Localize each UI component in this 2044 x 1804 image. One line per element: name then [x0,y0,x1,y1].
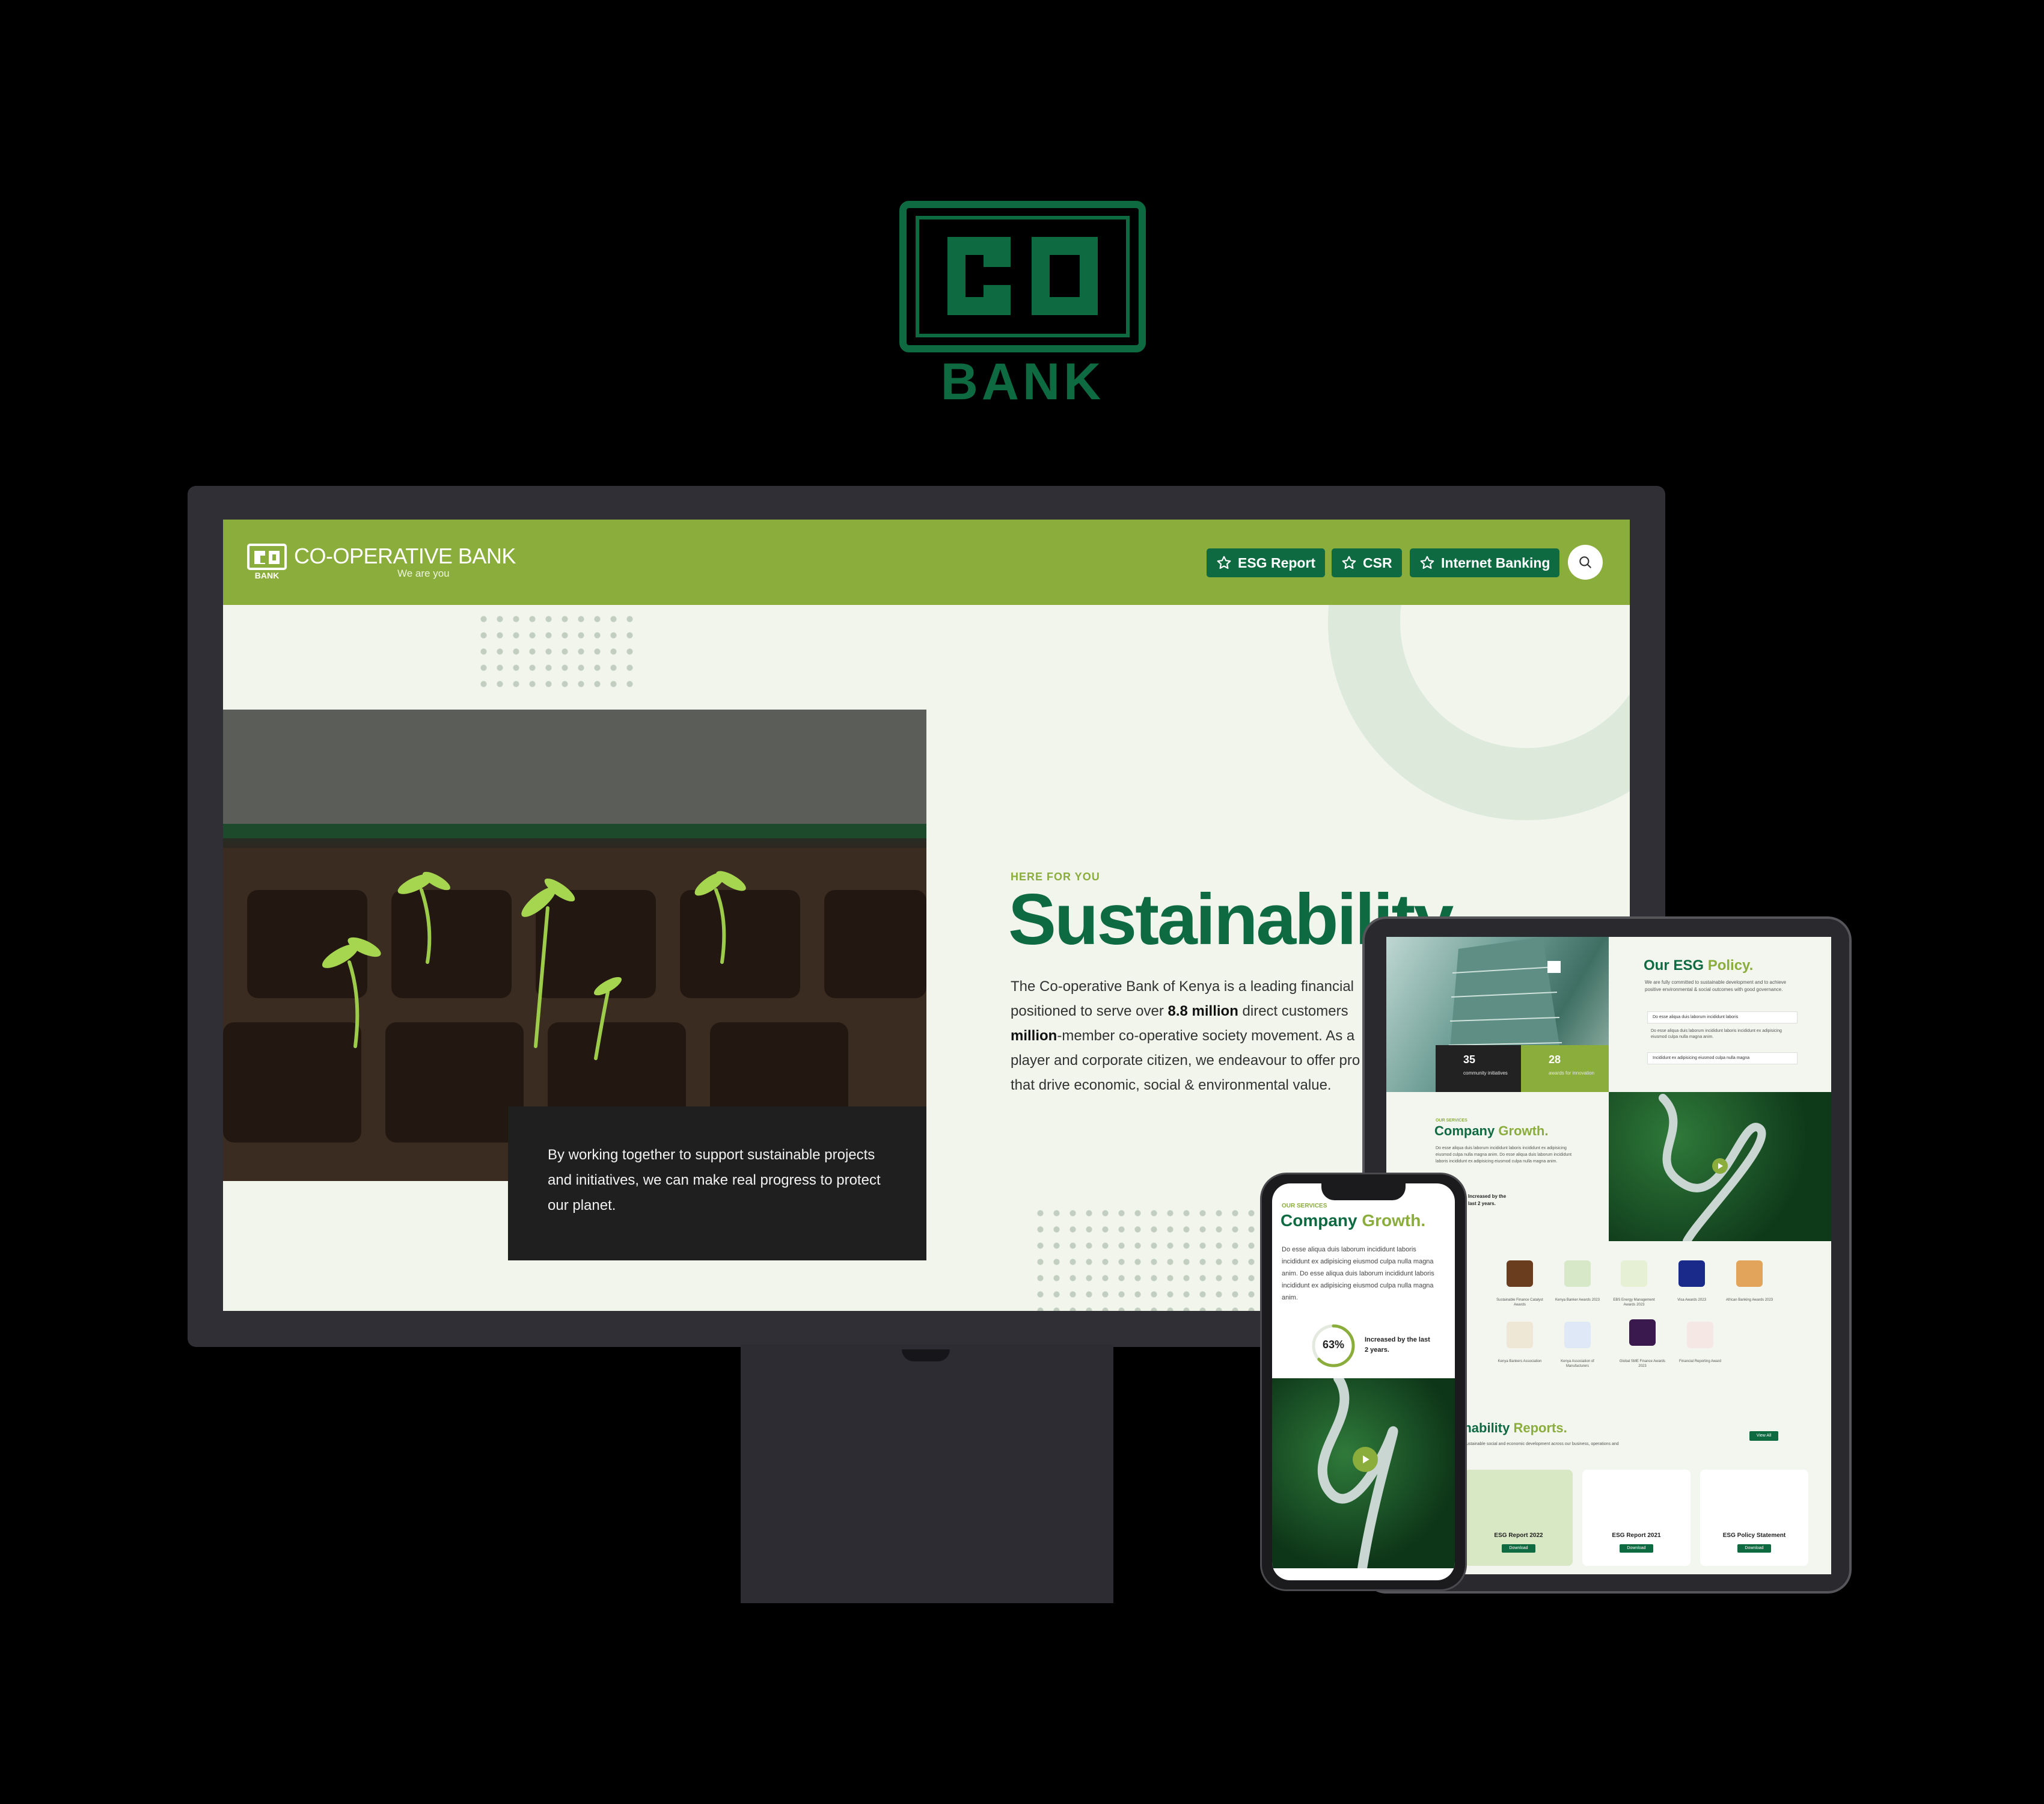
monitor-notch [902,1349,950,1361]
search-button[interactable] [1568,545,1603,580]
kam-logo [1564,1322,1591,1348]
award-caption: EBS Energy Management Awards 2023 [1613,1298,1655,1307]
play-icon [1718,1163,1723,1169]
dot-pattern [476,611,638,689]
hero-quote: By working together to support sustainab… [508,1106,926,1260]
phone-notch [1321,1180,1406,1200]
esg-report-label: ESG Report [1238,554,1316,571]
csr-button[interactable]: CSR [1332,548,1402,577]
stat-awards: 28 awards for innovation [1521,1045,1609,1092]
nav-brand[interactable]: CO-OPERATIVE BANK [294,544,516,569]
forest-road-photo [1609,1092,1831,1245]
report-card[interactable]: ESG Report 2022 Download [1464,1470,1573,1566]
accordion-item[interactable]: Do esse aliqua duis laborum incididunt l… [1647,1011,1798,1023]
top-nav: BANK CO-OPERATIVE BANK We are you ESG Re… [223,520,1630,605]
award-logo [1629,1319,1656,1346]
internet-banking-label: Internet Banking [1441,554,1550,571]
reports-copy: ted to sustainable social and economic d… [1452,1442,1619,1446]
download-button[interactable]: Download [1502,1544,1535,1553]
nav-logo-icon[interactable]: BANK [247,544,287,580]
growth-increase: Increased by the last 2 years. [1468,1194,1507,1206]
award-logo [1507,1260,1533,1287]
award-logo [1621,1260,1647,1287]
hero-copy: The Co-operative Bank of Kenya is a lead… [1011,978,1360,1093]
award-caption: Kenya Bankers Association [1498,1360,1542,1363]
report-card[interactable]: ESG Report 2021 Download [1582,1470,1691,1566]
award-caption: Global SME Finance Awards 2023 [1619,1360,1666,1368]
star-icon [1420,556,1434,569]
search-icon [1579,556,1591,568]
award-caption: Kenya Association of Manufacturers [1561,1360,1594,1368]
accordion-item[interactable]: Incididunt ex adipisicing eiusmod culpa … [1647,1052,1798,1064]
growth-percent: 63% [1322,1339,1345,1351]
co-op-bank-logo: BANK [899,201,1146,405]
star-icon [1342,556,1356,569]
reports-title: ainability Reports. [1452,1420,1567,1435]
accordion-body: Do esse aliqua duis laborum incididunt l… [1651,1029,1782,1039]
award-caption: Kenya Banker Awards 2023 [1555,1298,1600,1302]
award-caption: Financial Reporting Award [1679,1360,1721,1363]
view-all-button[interactable]: View All [1749,1431,1778,1441]
award-caption: African Banking Awards 2023 [1725,1298,1773,1302]
forest-road-photo [1272,1373,1455,1573]
report-card[interactable]: ESG Policy Statement Download [1700,1470,1808,1566]
award-caption: Sustainable Finance Catalyst Awards [1496,1298,1543,1307]
play-icon [1363,1455,1369,1464]
growth-title: Company Growth. [1434,1123,1549,1138]
stat-community: 35 community initiatives [1436,1045,1521,1092]
award-logo [1564,1260,1591,1287]
svg-text:BANK: BANK [255,571,279,580]
esg-policy-title: Our ESG Policy. [1644,957,1754,974]
esg-policy-copy: We are fully committed to sustainable de… [1645,980,1787,992]
visa-logo [1678,1260,1705,1287]
download-button[interactable]: Download [1620,1544,1653,1553]
phone-screen: OUR SERVICES Company Growth. Do esse ali… [1272,1183,1455,1580]
play-button[interactable] [1353,1447,1378,1472]
esg-report-button[interactable]: ESG Report [1207,548,1326,577]
monitor-stand [741,1345,1113,1603]
award-logo [1687,1322,1713,1348]
internet-banking-button[interactable]: Internet Banking [1410,548,1560,577]
award-logo [1736,1260,1763,1287]
winding-road-illustration [1317,1373,1398,1573]
phone-copy: Do esse aliqua duis laborum incididunt l… [1282,1246,1434,1301]
growth-copy: Do esse aliqua duis laborum incididunt l… [1436,1146,1572,1164]
award-caption: Visa Awards 2023 [1677,1298,1706,1302]
growth-increase: Increased by the last 2 years. [1365,1336,1430,1354]
dot-pattern [1032,1205,1261,1311]
svg-text:BANK: BANK [941,353,1104,405]
phone-title: Company Growth. [1281,1211,1426,1230]
award-logo [1507,1322,1533,1348]
star-icon [1217,556,1231,569]
csr-label: CSR [1363,554,1392,571]
play-button[interactable] [1712,1158,1728,1174]
nav-tagline: We are you [397,568,450,579]
download-button[interactable]: Download [1737,1544,1771,1553]
phone-eyebrow: OUR SERVICES [1282,1203,1327,1209]
